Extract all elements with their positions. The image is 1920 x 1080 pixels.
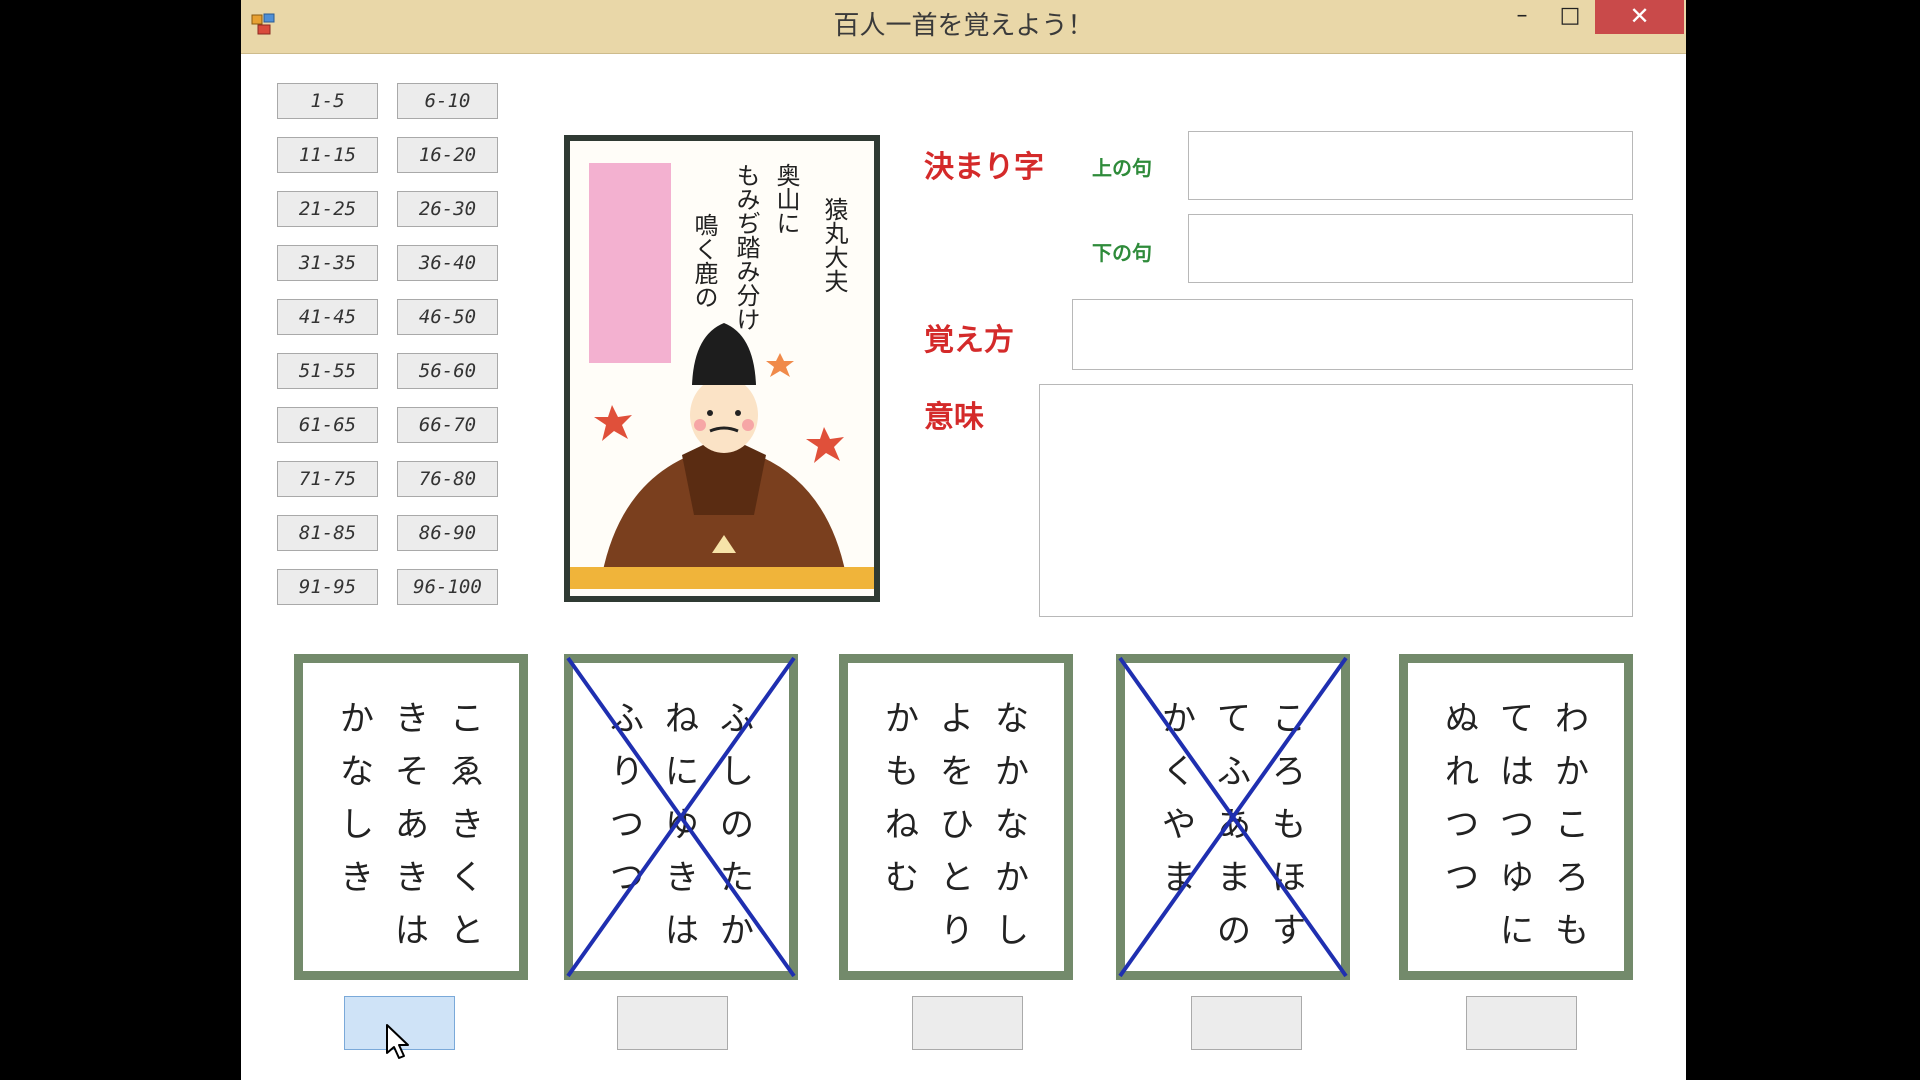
upper-verse-input[interactable] xyxy=(1188,131,1633,200)
close-button[interactable]: ✕ xyxy=(1595,0,1684,34)
card-text-column: なかなかし xyxy=(995,699,1029,951)
card-text-column: ぬれつつ xyxy=(1445,699,1479,898)
oboekata-input[interactable] xyxy=(1072,299,1633,370)
range-button-6-10[interactable]: 6-10 xyxy=(397,83,498,119)
kimariji-label: 決まり字 xyxy=(924,150,1044,185)
range-button-1-5[interactable]: 1-5 xyxy=(277,83,378,119)
verse-line-2: もみぢ踏み分け xyxy=(732,163,760,331)
app-window: 百人一首を覚えよう！ – □ ✕ 1-5 6-10 11-15 16-20 21… xyxy=(241,0,1686,1080)
upper-verse-label: 上の句 xyxy=(1092,156,1152,180)
title-bar[interactable]: 百人一首を覚えよう！ – □ ✕ xyxy=(241,0,1686,54)
card-text-column: きそあきは xyxy=(395,699,429,951)
card-text-column: よをひとり xyxy=(940,699,974,951)
answer-card-3[interactable]: なかなかし よをひとり かもねむ xyxy=(839,654,1073,980)
mouse-cursor-icon xyxy=(386,1024,409,1059)
range-button-41-45[interactable]: 41-45 xyxy=(277,299,378,335)
range-button-46-50[interactable]: 46-50 xyxy=(397,299,498,335)
cross-mark-icon xyxy=(566,656,796,978)
verse-line-3: 鳴く鹿の xyxy=(690,213,718,309)
answer-card-1[interactable]: こゑきくと きそあきは かなしき xyxy=(294,654,528,980)
cross-mark-icon xyxy=(1118,656,1348,978)
answer-card-5[interactable]: わかころも てはつゆに ぬれつつ xyxy=(1399,654,1633,980)
range-button-91-95[interactable]: 91-95 xyxy=(277,569,378,605)
answer-button-3[interactable] xyxy=(912,996,1023,1050)
verse-line-1: 奥山に xyxy=(772,163,800,235)
poem-card-image: 猿丸大夫 奥山に もみぢ踏み分け 鳴く鹿の xyxy=(564,135,880,602)
range-button-71-75[interactable]: 71-75 xyxy=(277,461,378,497)
answer-button-5[interactable] xyxy=(1466,996,1577,1050)
card-text-column: かなしき xyxy=(340,699,374,898)
lower-verse-input[interactable] xyxy=(1188,214,1633,283)
range-button-76-80[interactable]: 76-80 xyxy=(397,461,498,497)
range-button-61-65[interactable]: 61-65 xyxy=(277,407,378,443)
range-button-31-35[interactable]: 31-35 xyxy=(277,245,378,281)
minimize-button[interactable]: – xyxy=(1499,0,1545,34)
answer-button-4[interactable] xyxy=(1191,996,1302,1050)
range-button-56-60[interactable]: 56-60 xyxy=(397,353,498,389)
range-button-26-30[interactable]: 26-30 xyxy=(397,191,498,227)
range-button-36-40[interactable]: 36-40 xyxy=(397,245,498,281)
range-button-81-85[interactable]: 81-85 xyxy=(277,515,378,551)
range-button-16-20[interactable]: 16-20 xyxy=(397,137,498,173)
range-button-21-25[interactable]: 21-25 xyxy=(277,191,378,227)
lower-verse-label: 下の句 xyxy=(1092,241,1152,265)
card-text-column: かもねむ xyxy=(885,699,919,898)
poet-name: 猿丸大夫 xyxy=(820,197,848,293)
card-text-column: わかころも xyxy=(1555,699,1589,951)
poem-card-pink-band xyxy=(589,163,671,363)
oboekata-label: 覚え方 xyxy=(924,323,1014,358)
poem-card-gold-band xyxy=(570,567,874,589)
card-text-column: てはつゆに xyxy=(1500,699,1534,951)
answer-card-2[interactable]: ふしのたか ねにゆきは ふりつつ xyxy=(564,654,798,980)
imi-label: 意味 xyxy=(924,400,984,435)
imi-textarea[interactable] xyxy=(1039,384,1633,617)
window-title: 百人一首を覚えよう！ xyxy=(833,11,1094,41)
answer-button-2[interactable] xyxy=(617,996,728,1050)
maximize-button[interactable]: □ xyxy=(1545,0,1595,34)
range-button-11-15[interactable]: 11-15 xyxy=(277,137,378,173)
range-button-86-90[interactable]: 86-90 xyxy=(397,515,498,551)
range-button-66-70[interactable]: 66-70 xyxy=(397,407,498,443)
answer-card-4[interactable]: ころもほす てふあまの かくやま xyxy=(1116,654,1350,980)
range-button-51-55[interactable]: 51-55 xyxy=(277,353,378,389)
card-text-column: こゑきくと xyxy=(450,699,484,951)
range-button-96-100[interactable]: 96-100 xyxy=(397,569,498,605)
